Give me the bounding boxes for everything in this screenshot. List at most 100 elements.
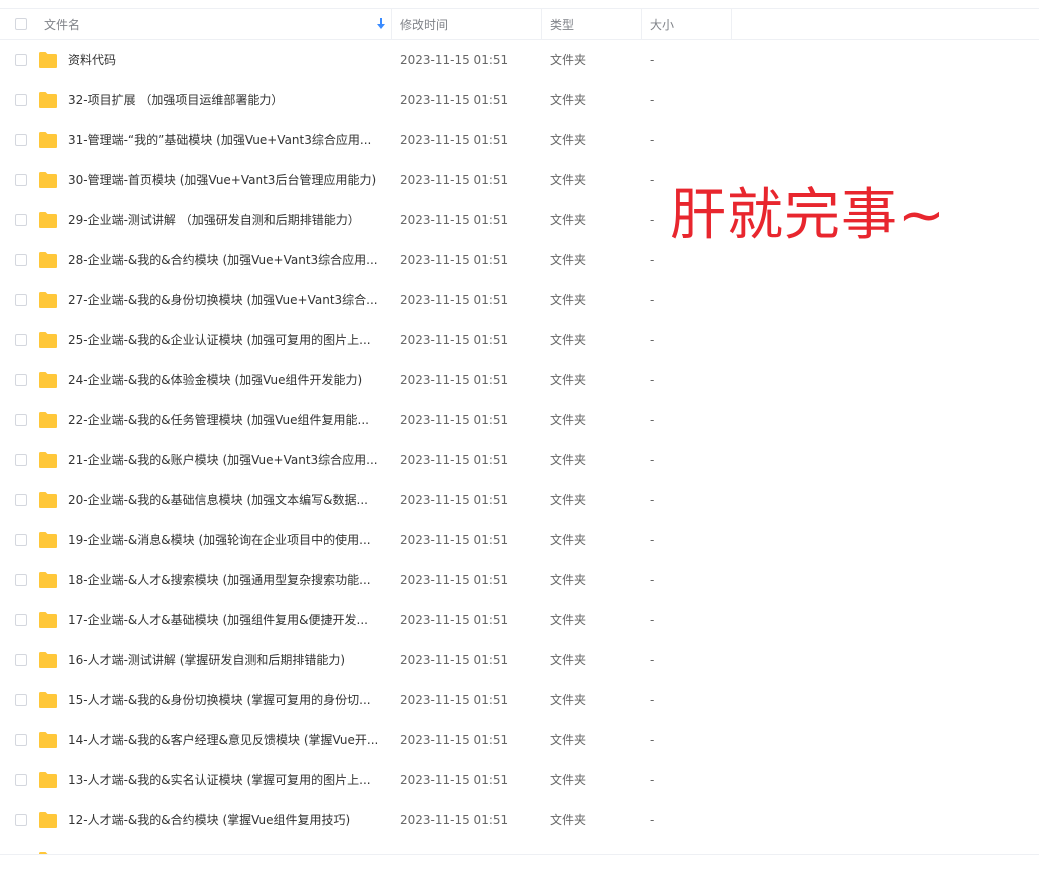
file-row[interactable]: 12-人才端-&我的&合约模块 (掌握Vue组件复用技巧) 2023-11-15 …: [0, 800, 1039, 840]
file-type: 文件夹: [550, 533, 587, 547]
file-size: -: [650, 373, 655, 387]
file-row[interactable]: 14-人才端-&我的&客户经理&意见反馈模块 (掌握Vue开... 2023-11…: [0, 720, 1039, 760]
file-row[interactable]: 16-人才端-测试讲解 (掌握研发自测和后期排错能力) 2023-11-15 01…: [0, 640, 1039, 680]
file-name[interactable]: 31-管理端-“我的”基础模块 (加强Vue+Vant3综合应用...: [68, 120, 386, 160]
folder-icon: [39, 292, 57, 308]
file-size: -: [650, 333, 655, 347]
row-checkbox[interactable]: [15, 774, 27, 786]
row-checkbox[interactable]: [15, 174, 27, 186]
folder-icon: [39, 372, 57, 388]
file-name[interactable]: 25-企业端-&我的&企业认证模块 (加强可复用的图片上...: [68, 320, 386, 360]
column-divider[interactable]: [731, 9, 732, 39]
file-type: 文件夹: [550, 133, 587, 147]
column-divider[interactable]: [541, 9, 542, 39]
row-checkbox[interactable]: [15, 214, 27, 226]
file-row[interactable]: 22-企业端-&我的&任务管理模块 (加强Vue组件复用能... 2023-11-…: [0, 400, 1039, 440]
file-name[interactable]: 13-人才端-&我的&实名认证模块 (掌握可复用的图片上...: [68, 760, 386, 800]
file-name[interactable]: 20-企业端-&我的&基础信息模块 (加强文本编写&数据...: [68, 480, 386, 520]
file-type: 文件夹: [550, 733, 587, 747]
folder-icon: [39, 572, 57, 588]
file-name[interactable]: 22-企业端-&我的&任务管理模块 (加强Vue组件复用能...: [68, 400, 386, 440]
file-row[interactable]: 20-企业端-&我的&基础信息模块 (加强文本编写&数据... 2023-11-1…: [0, 480, 1039, 520]
file-row[interactable]: 19-企业端-&消息&模块 (加强轮询在企业项目中的使用... 2023-11-1…: [0, 520, 1039, 560]
file-name[interactable]: 资料代码: [68, 40, 386, 80]
row-checkbox[interactable]: [15, 494, 27, 506]
file-name[interactable]: 16-人才端-测试讲解 (掌握研发自测和后期排错能力): [68, 640, 386, 680]
file-size: -: [650, 653, 655, 667]
row-checkbox[interactable]: [15, 694, 27, 706]
file-size: -: [650, 573, 655, 587]
file-name[interactable]: 19-企业端-&消息&模块 (加强轮询在企业项目中的使用...: [68, 520, 386, 560]
file-name[interactable]: 21-企业端-&我的&账户模块 (加强Vue+Vant3综合应用...: [68, 440, 386, 480]
file-name[interactable]: 27-企业端-&我的&身份切换模块 (加强Vue+Vant3综合...: [68, 280, 386, 320]
row-checkbox[interactable]: [15, 574, 27, 586]
file-row[interactable]: 21-企业端-&我的&账户模块 (加强Vue+Vant3综合应用... 2023-…: [0, 440, 1039, 480]
file-row-partial[interactable]: [0, 840, 1039, 854]
file-modified-time: 2023-11-15 01:51: [400, 533, 509, 547]
file-type: 文件夹: [550, 253, 587, 267]
file-modified-time: 2023-11-15 01:51: [400, 613, 509, 627]
row-checkbox[interactable]: [15, 454, 27, 466]
file-row[interactable]: 27-企业端-&我的&身份切换模块 (加强Vue+Vant3综合... 2023-…: [0, 280, 1039, 320]
file-size: -: [650, 293, 655, 307]
folder-icon: [39, 732, 57, 748]
row-checkbox[interactable]: [15, 414, 27, 426]
file-name[interactable]: 24-企业端-&我的&体验金模块 (加强Vue组件开发能力): [68, 360, 386, 400]
file-row[interactable]: 31-管理端-“我的”基础模块 (加强Vue+Vant3综合应用... 2023-…: [0, 120, 1039, 160]
file-name[interactable]: 12-人才端-&我的&合约模块 (掌握Vue组件复用技巧): [68, 800, 386, 840]
folder-icon: [39, 812, 57, 828]
file-name[interactable]: 17-企业端-&人才&基础模块 (加强组件复用&便捷开发...: [68, 600, 386, 640]
row-checkbox[interactable]: [15, 814, 27, 826]
file-name[interactable]: 15-人才端-&我的&身份切换模块 (掌握可复用的身份切...: [68, 680, 386, 720]
file-name[interactable]: 32-项目扩展 （加强项目运维部署能力）: [68, 80, 386, 120]
file-type: 文件夹: [550, 813, 587, 827]
file-size: -: [650, 733, 655, 747]
file-size: -: [650, 93, 655, 107]
file-name[interactable]: 28-企业端-&我的&合约模块 (加强Vue+Vant3综合应用...: [68, 240, 386, 280]
select-all-checkbox[interactable]: [15, 18, 27, 30]
row-checkbox[interactable]: [15, 134, 27, 146]
file-name[interactable]: 30-管理端-首页模块 (加强Vue+Vant3后台管理应用能力): [68, 160, 386, 200]
row-checkbox[interactable]: [15, 254, 27, 266]
column-header-size[interactable]: 大小: [650, 9, 674, 39]
folder-icon: [39, 692, 57, 708]
sort-descending-icon[interactable]: [376, 18, 386, 30]
row-checkbox[interactable]: [15, 654, 27, 666]
row-checkbox[interactable]: [15, 534, 27, 546]
column-divider[interactable]: [641, 9, 642, 39]
file-type: 文件夹: [550, 453, 587, 467]
folder-icon: [39, 412, 57, 428]
file-row[interactable]: 15-人才端-&我的&身份切换模块 (掌握可复用的身份切... 2023-11-1…: [0, 680, 1039, 720]
row-checkbox[interactable]: [15, 614, 27, 626]
file-type: 文件夹: [550, 93, 587, 107]
file-name[interactable]: 18-企业端-&人才&搜索模块 (加强通用型复杂搜索功能...: [68, 560, 386, 600]
file-row[interactable]: 25-企业端-&我的&企业认证模块 (加强可复用的图片上... 2023-11-1…: [0, 320, 1039, 360]
file-name[interactable]: 29-企业端-测试讲解 （加强研发自测和后期排错能力）: [68, 200, 386, 240]
folder-icon: [39, 212, 57, 228]
column-divider[interactable]: [391, 9, 392, 39]
column-header-type[interactable]: 类型: [550, 9, 574, 39]
row-checkbox[interactable]: [15, 374, 27, 386]
file-list-header: 文件名 修改时间 类型 大小: [0, 8, 1039, 40]
row-checkbox[interactable]: [15, 294, 27, 306]
file-size: -: [650, 413, 655, 427]
row-checkbox[interactable]: [15, 334, 27, 346]
file-row[interactable]: 资料代码 2023-11-15 01:51 文件夹 -: [0, 40, 1039, 80]
row-checkbox[interactable]: [15, 54, 27, 66]
file-type: 文件夹: [550, 173, 587, 187]
file-row[interactable]: 24-企业端-&我的&体验金模块 (加强Vue组件开发能力) 2023-11-15…: [0, 360, 1039, 400]
file-row[interactable]: 13-人才端-&我的&实名认证模块 (掌握可复用的图片上... 2023-11-1…: [0, 760, 1039, 800]
file-modified-time: 2023-11-15 01:51: [400, 653, 509, 667]
file-row[interactable]: 32-项目扩展 （加强项目运维部署能力） 2023-11-15 01:51 文件夹 -: [0, 80, 1039, 120]
file-modified-time: 2023-11-15 01:51: [400, 813, 509, 827]
column-header-mtime[interactable]: 修改时间: [400, 9, 448, 39]
file-row[interactable]: 18-企业端-&人才&搜索模块 (加强通用型复杂搜索功能... 2023-11-1…: [0, 560, 1039, 600]
file-name[interactable]: 14-人才端-&我的&客户经理&意见反馈模块 (掌握Vue开...: [68, 720, 386, 760]
row-checkbox[interactable]: [15, 94, 27, 106]
file-row[interactable]: 17-企业端-&人才&基础模块 (加强组件复用&便捷开发... 2023-11-1…: [0, 600, 1039, 640]
file-size: -: [650, 693, 655, 707]
row-checkbox[interactable]: [15, 734, 27, 746]
column-header-name[interactable]: 文件名: [44, 9, 80, 39]
file-size: -: [650, 253, 655, 267]
file-type: 文件夹: [550, 653, 587, 667]
